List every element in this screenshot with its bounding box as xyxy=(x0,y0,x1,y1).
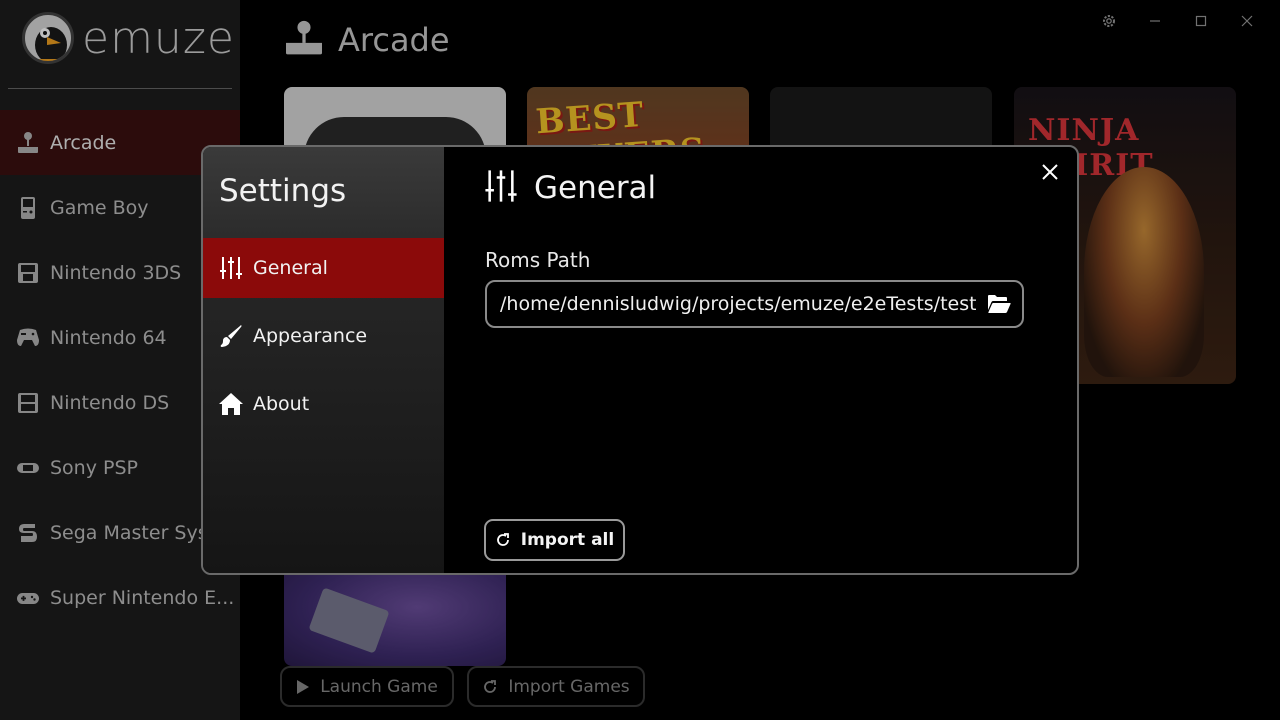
settings-title: Settings xyxy=(219,173,347,209)
import-all-label: Import all xyxy=(520,530,615,550)
sliders-icon xyxy=(484,169,518,207)
settings-tab-appearance[interactable]: Appearance xyxy=(203,306,444,366)
sliders-icon xyxy=(219,256,243,280)
folder-open-icon xyxy=(988,295,1011,313)
paintbrush-icon xyxy=(219,324,243,348)
roms-path-field xyxy=(485,280,1024,328)
roms-path-label: Roms Path xyxy=(485,248,591,272)
settings-content: General Roms Path Import all xyxy=(444,147,1077,573)
settings-tab-label: Appearance xyxy=(253,325,368,347)
browse-folder-button[interactable] xyxy=(976,282,1022,326)
dialog-close-button[interactable] xyxy=(1037,159,1063,185)
roms-path-input[interactable] xyxy=(500,293,976,315)
settings-tab-label: General xyxy=(253,257,328,279)
settings-tab-general[interactable]: General xyxy=(203,238,444,298)
settings-dialog: Settings General Appearance About Genera… xyxy=(201,145,1079,575)
settings-tab-label: About xyxy=(253,393,310,415)
section-header: General xyxy=(484,169,656,207)
settings-tab-about[interactable]: About xyxy=(203,374,444,434)
settings-menu: General Appearance About xyxy=(203,238,444,442)
home-icon xyxy=(219,392,243,416)
close-icon xyxy=(1042,164,1058,180)
settings-sidebar: Settings General Appearance About xyxy=(203,147,444,573)
refresh-icon xyxy=(495,532,511,548)
section-title: General xyxy=(534,170,657,206)
import-all-button[interactable]: Import all xyxy=(484,519,625,561)
